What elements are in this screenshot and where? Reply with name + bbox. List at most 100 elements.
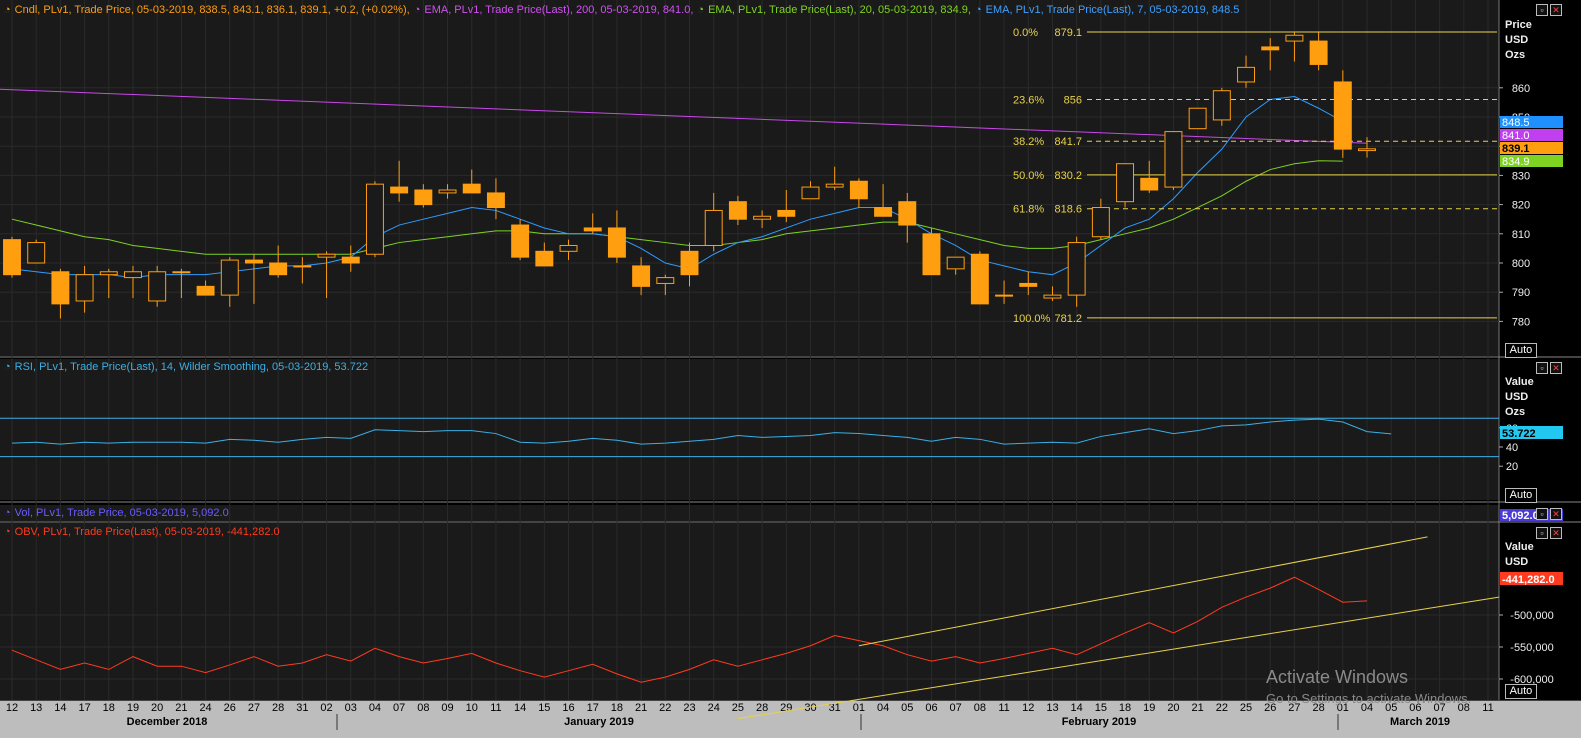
- candle-bear: [511, 224, 530, 258]
- rsi-badge-label: 53.722: [1502, 428, 1536, 440]
- fib-level-value: 781.2: [1054, 313, 1082, 325]
- x-tick-label: 10: [466, 702, 478, 714]
- x-month-label: February 2019: [1062, 716, 1137, 728]
- x-tick-label: 20: [151, 702, 163, 714]
- price-axis-title: Price: [1505, 19, 1532, 31]
- candle-bull: [1164, 131, 1183, 188]
- candle-bull: [27, 242, 46, 264]
- candle-bull: [1285, 34, 1304, 42]
- candle-bear: [898, 201, 917, 226]
- candle-bull: [1358, 148, 1376, 152]
- candle-bull: [317, 253, 336, 258]
- candle-bear: [728, 201, 747, 220]
- x-tick-label: 24: [199, 702, 211, 714]
- candle-bear: [1261, 46, 1280, 51]
- candle-bear: [680, 250, 699, 276]
- fib-level-pct: 23.6%: [1013, 94, 1044, 106]
- obv-panel-restore-button[interactable]: ▫: [1536, 527, 1548, 539]
- candle-bull: [148, 271, 167, 302]
- x-tick-label: 01: [853, 702, 865, 714]
- price-header-icon[interactable]: ◔: [697, 4, 704, 16]
- rsi-auto-scale-button[interactable]: Auto: [1505, 488, 1537, 503]
- candle-bear: [632, 265, 651, 287]
- obv-badge-label: -441,282.0: [1502, 574, 1555, 586]
- candle-bear: [390, 186, 409, 194]
- price-header-icon[interactable]: ◔: [975, 4, 982, 16]
- price-header-icon[interactable]: ◔: [414, 4, 421, 16]
- obv-header-icon[interactable]: ◔: [4, 526, 11, 538]
- rsi-panel-close-button[interactable]: ✕: [1550, 362, 1562, 374]
- x-tick-label: 06: [925, 702, 937, 714]
- activate-windows-subtitle: Go to Settings to activate Windows.: [1266, 691, 1472, 706]
- x-tick-label: 12: [1022, 702, 1034, 714]
- x-tick-label: 31: [296, 702, 308, 714]
- price-y-tick-label: 780: [1512, 316, 1530, 328]
- price-auto-scale-button[interactable]: Auto: [1505, 343, 1537, 358]
- x-tick-label: 15: [1095, 702, 1107, 714]
- price-panel-header: ◔ Cndl, PLv1, Trade Price, 05-03-2019, 83…: [4, 4, 1243, 16]
- x-tick-label: 13: [1046, 702, 1058, 714]
- vol-header-icon[interactable]: ◔: [4, 507, 11, 519]
- candle-bull: [1237, 66, 1256, 83]
- rsi-axis-head: Value USD Ozs: [1505, 375, 1534, 420]
- price-y-tick-label: 810: [1512, 229, 1530, 241]
- x-tick-label: 14: [1071, 702, 1083, 714]
- x-month-label: January 2019: [564, 716, 634, 728]
- candle-bull: [995, 294, 1014, 297]
- x-tick-label: 12: [6, 702, 18, 714]
- fib-level-pct: 38.2%: [1013, 136, 1044, 148]
- price-badge-label: 834.9: [1502, 156, 1530, 168]
- price-header-text: EMA, PLv1, Trade Price(Last), 20, 05-03-…: [708, 4, 971, 16]
- candle-bear: [51, 271, 70, 305]
- vol-panel-close-button[interactable]: ✕: [1550, 508, 1562, 520]
- obv-axis-title: Value: [1505, 541, 1534, 553]
- candle-bull: [704, 209, 723, 246]
- obv-header-text: OBV, PLv1, Trade Price(Last), 05-03-2019…: [14, 526, 280, 538]
- price-badge-label: 841.0: [1502, 130, 1530, 142]
- rsi-y-tick-label: 40: [1506, 442, 1518, 454]
- vol-panel-restore-button[interactable]: ▫: [1536, 508, 1548, 520]
- candle-bull: [1043, 294, 1062, 299]
- x-tick-label: 15: [538, 702, 550, 714]
- rsi-y-tick-label: 20: [1506, 461, 1518, 473]
- candle-bear: [1140, 177, 1159, 191]
- x-tick-label: 21: [1192, 702, 1204, 714]
- rsi-header-icon[interactable]: ◔: [4, 361, 11, 373]
- x-tick-label: 22: [1216, 702, 1228, 714]
- candle-bear: [3, 239, 21, 276]
- candle-bull: [656, 277, 675, 284]
- candle-bear: [1019, 282, 1038, 287]
- x-tick-label: 18: [1119, 702, 1131, 714]
- candle-bear: [583, 227, 602, 232]
- x-tick-label: 26: [224, 702, 236, 714]
- x-tick-label: 25: [732, 702, 744, 714]
- fib-level-pct: 0.0%: [1013, 27, 1038, 39]
- x-tick-label: 13: [30, 702, 42, 714]
- rsi-panel-restore-button[interactable]: ▫: [1536, 362, 1548, 374]
- candle-bear: [196, 285, 215, 296]
- candle-bull: [438, 189, 457, 194]
- candle-bear: [535, 250, 554, 267]
- activate-windows-title: Activate Windows: [1266, 667, 1409, 687]
- candle-bear: [777, 209, 796, 217]
- x-tick-label: 21: [635, 702, 647, 714]
- x-tick-label: 24: [708, 702, 720, 714]
- price-panel-restore-button[interactable]: ▫: [1536, 4, 1548, 16]
- price-y-tick-label: 820: [1512, 200, 1530, 212]
- candle-bull: [1188, 107, 1207, 130]
- candle-bear: [1333, 81, 1352, 150]
- candle-bear: [486, 192, 505, 209]
- price-panel-close-button[interactable]: ✕: [1550, 4, 1562, 16]
- candle-bull: [99, 271, 118, 276]
- price-axis-currency: USD: [1505, 34, 1529, 46]
- rsi-axis-title: Value: [1505, 376, 1534, 388]
- candle-bear: [462, 183, 481, 194]
- price-badge-label: 839.1: [1502, 143, 1530, 155]
- obv-panel-close-button[interactable]: ✕: [1550, 527, 1562, 539]
- rsi-axis-currency: USD: [1505, 391, 1529, 403]
- x-tick-label: 07: [393, 702, 405, 714]
- price-header-icon[interactable]: ◔: [4, 4, 11, 16]
- candle-bull: [1116, 163, 1135, 203]
- x-tick-label: 25: [1240, 702, 1252, 714]
- obv-auto-scale-button[interactable]: Auto: [1505, 684, 1537, 699]
